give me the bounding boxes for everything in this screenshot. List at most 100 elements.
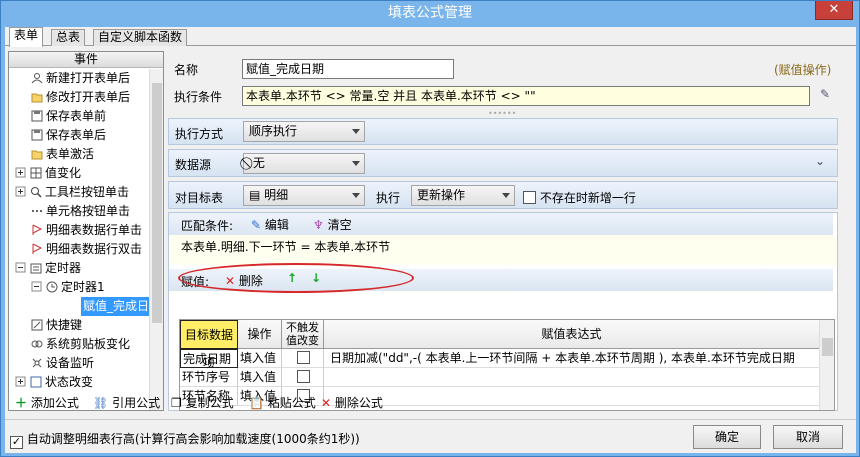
- client-area: 表单 总表 自定义脚本函数 事件 新建打开表单后 修改打开表单后 保存表单前 保…: [5, 27, 856, 453]
- tree-item-timer1[interactable]: 定时器1: [31, 278, 105, 297]
- tree-item-shortcut[interactable]: 快捷键: [31, 316, 82, 335]
- tab-summary[interactable]: 总表: [51, 29, 86, 46]
- folder-icon: [31, 90, 43, 103]
- tree-item-new-open[interactable]: 新建打开表单后: [31, 69, 130, 88]
- tree-item-activate[interactable]: 表单激活: [31, 145, 94, 164]
- assign-op-label: (赋值操作): [774, 63, 832, 77]
- col-header-op[interactable]: 操作: [238, 320, 282, 349]
- tree-scrollbar[interactable]: [149, 69, 163, 410]
- formula-toolbar: ＋ 添加公式 ⛓ 引用公式 ❐ 复制公式 📋 粘贴公式 ✕ 删除公式: [5, 391, 856, 415]
- cell-check-1[interactable]: [282, 368, 324, 387]
- name-input[interactable]: 赋值_完成日期: [242, 59, 454, 79]
- match-toolbar: 匹配条件: ✎ 编辑 ♆ 清空: [169, 213, 833, 235]
- col-header-target[interactable]: 目标数据项: [180, 320, 238, 370]
- copy-formula-button[interactable]: ❐ 复制公式: [171, 394, 234, 412]
- timer-icon: [30, 261, 42, 274]
- add-formula-button[interactable]: ＋ 添加公式: [15, 394, 79, 412]
- chevron-down-icon: [352, 193, 360, 198]
- keyboard-icon: [31, 318, 43, 331]
- tree-scrollbar-thumb[interactable]: [152, 83, 162, 323]
- search-icon: [30, 185, 42, 198]
- tree-item-detail-dblclick[interactable]: 明细表数据行双击: [31, 240, 142, 259]
- tree-item-value-change[interactable]: 值变化: [15, 164, 81, 183]
- mode-label: 执行方式: [175, 127, 224, 141]
- dialog-window: 填表公式管理 ✕ 表单 总表 自定义脚本函数 事件 新建打开表单后 修改打开表单…: [0, 0, 860, 457]
- cond-input[interactable]: 本表单.本环节 <> 常量.空 并且 本表单.本环节 <> "": [242, 86, 810, 106]
- folder-icon: [31, 147, 43, 160]
- datasource-section: 数据源 ⃠ 无 ⌄: [168, 149, 838, 177]
- match-expression-area[interactable]: 本表单.明细.下一环节 = 本表单.本环节: [169, 235, 837, 265]
- tree-item-after-save[interactable]: 保存表单后: [31, 126, 106, 145]
- target-label: 对目标表: [175, 191, 224, 205]
- grid-scrollbar-thumb[interactable]: [822, 338, 833, 356]
- chevron-down-icon: [352, 129, 360, 134]
- col-header-no-trigger[interactable]: 不触发值改变: [282, 320, 324, 349]
- event-tree-panel: 事件 新建打开表单后 修改打开表单后 保存表单前 保存表单后 表单激活 值变化 …: [8, 51, 164, 411]
- tree-item-state-change[interactable]: 状态改变: [15, 373, 93, 392]
- auto-height-check[interactable]: ✓: [10, 436, 23, 449]
- tab-custom-script[interactable]: 自定义脚本函数: [93, 29, 188, 46]
- collapse-icon: [15, 261, 27, 273]
- clear-button[interactable]: ♆ 清空: [313, 216, 352, 233]
- paste-formula-button[interactable]: 📋 粘贴公式: [249, 394, 316, 412]
- col-header-expr[interactable]: 赋值表达式: [324, 320, 820, 349]
- tree-item-timer[interactable]: 定时器: [15, 259, 81, 278]
- target-select[interactable]: ▤ 明细: [243, 185, 365, 206]
- ref-formula-button[interactable]: ⛓ 引用公式: [93, 394, 160, 412]
- cell-target-1[interactable]: 环节序号: [180, 368, 238, 387]
- chevron-down-icon: [352, 161, 360, 166]
- target-section: 对目标表 ▤ 明细 执行 更新操作 不存在时新增一行: [168, 181, 838, 209]
- tree-item-clipboard[interactable]: 系统剪贴板变化: [31, 335, 130, 354]
- tab-form[interactable]: 表单: [9, 27, 44, 47]
- clear-cond-icon[interactable]: ✎: [820, 87, 830, 101]
- cell-expr-0[interactable]: 日期加减("dd",-( 本表单.上一环节间隔 + 本表单.本环节周期 ), 本…: [324, 349, 820, 368]
- newrow-checkbox[interactable]: 不存在时新增一行: [523, 189, 636, 206]
- tree-item-device[interactable]: 设备监听: [31, 354, 94, 373]
- link-icon: [31, 337, 43, 349]
- delete-formula-button[interactable]: ✕ 删除公式: [321, 394, 383, 412]
- source-select[interactable]: ⃠ 无: [243, 153, 365, 174]
- expand-icon: [15, 375, 27, 387]
- tree-item-cell-button[interactable]: 单元格按钮单击: [31, 202, 130, 221]
- name-label: 名称: [174, 63, 199, 77]
- exec-label: 执行: [376, 191, 401, 205]
- tree-item-detail-click[interactable]: 明细表数据行单击: [31, 221, 142, 240]
- tree-item-assign-complete[interactable]: 赋值_完成日: [81, 297, 149, 316]
- mode-select[interactable]: 顺序执行: [243, 121, 365, 142]
- tree-item-before-save[interactable]: 保存表单前: [31, 107, 106, 126]
- expand-icon: [15, 166, 27, 178]
- cancel-button[interactable]: 取消: [773, 425, 843, 449]
- splitter-grip[interactable]: ••••••: [488, 109, 516, 118]
- tree-item-edit-open[interactable]: 修改打开表单后: [31, 88, 130, 107]
- close-button[interactable]: ✕: [815, 1, 853, 20]
- edit-icon: ✎: [251, 218, 262, 232]
- expand-icon: [15, 185, 27, 197]
- source-label: 数据源: [175, 158, 212, 172]
- edit-button[interactable]: ✎ 编辑: [251, 216, 289, 233]
- ok-button[interactable]: 确定: [693, 425, 761, 449]
- event-header: 事件: [9, 52, 163, 68]
- highlight-annotation: [178, 263, 414, 293]
- event-tree: 新建打开表单后 修改打开表单后 保存表单前 保存表单后 表单激活 值变化 工具栏…: [9, 69, 149, 410]
- auto-height-checkbox[interactable]: ✓ 自动调整明细表行高(计算行高会影响加载速度(1000条约1秒)): [10, 430, 360, 449]
- chevron-down-icon: [502, 193, 510, 198]
- no-trigger-check-0[interactable]: [297, 351, 310, 364]
- state-icon: [30, 375, 42, 388]
- cell-target-0[interactable]: 完成日期: [180, 349, 238, 368]
- tree-item-toolbar-click[interactable]: 工具栏按钮单击: [15, 183, 129, 202]
- collapse-icon: [31, 280, 43, 292]
- cell-op-0[interactable]: 填入值: [238, 349, 282, 368]
- cell-expr-1[interactable]: [324, 368, 820, 387]
- collapse-section-icon[interactable]: ⌄: [815, 154, 825, 168]
- dialog-footer: ✓ 自动调整明细表行高(计算行高会影响加载速度(1000条约1秒)) 确定 取消: [5, 419, 856, 453]
- window-title: 填表公式管理: [388, 5, 472, 21]
- cond-label: 执行条件: [174, 90, 223, 104]
- no-trigger-check-1[interactable]: [297, 370, 310, 383]
- newrow-check[interactable]: [523, 191, 536, 204]
- save-icon: [31, 109, 43, 122]
- paste-icon: 📋: [249, 396, 264, 410]
- cell-op-1[interactable]: 填入值: [238, 368, 282, 387]
- flag-icon: [31, 223, 43, 235]
- cell-check-0[interactable]: [282, 349, 324, 368]
- exec-select[interactable]: 更新操作: [411, 185, 515, 206]
